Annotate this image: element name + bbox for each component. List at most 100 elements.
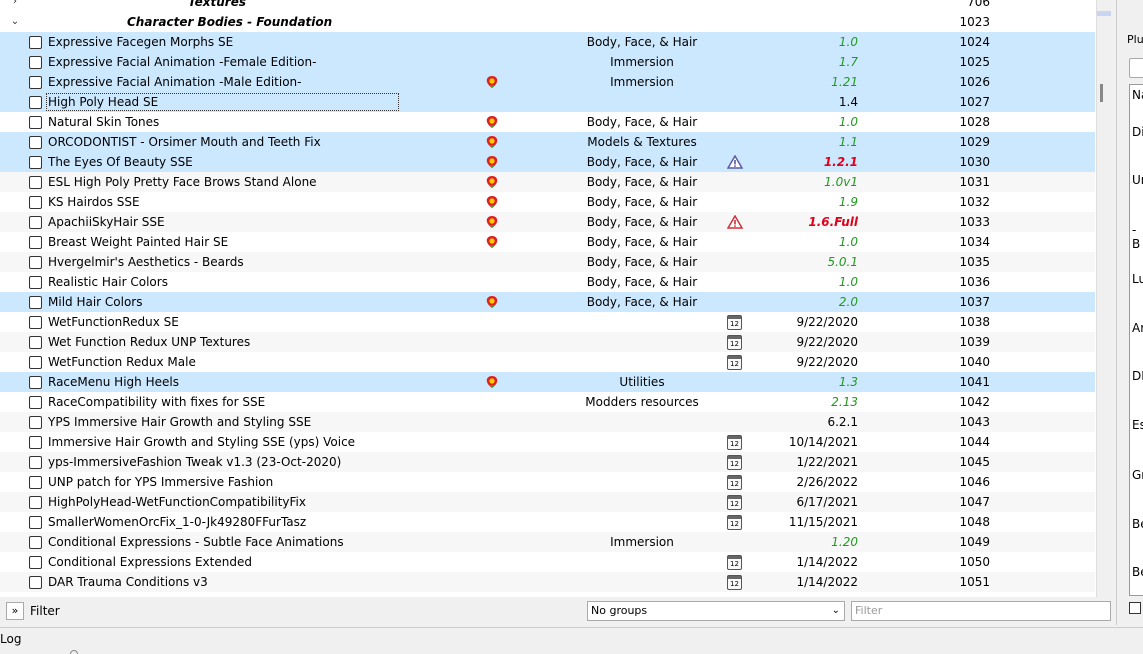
mod-enabled-checkbox[interactable] xyxy=(29,396,42,409)
mod-category xyxy=(560,472,724,492)
nexus-flag-icon xyxy=(485,375,499,389)
mod-row[interactable]: High Poly Head SE 1.4 1027 xyxy=(0,92,1095,112)
mod-row[interactable]: Expressive Facial Animation -Male Editio… xyxy=(0,72,1095,92)
calendar-icon: 12 xyxy=(727,315,742,330)
mod-enabled-checkbox[interactable] xyxy=(29,156,42,169)
mod-row[interactable]: ORCODONTIST - Orsimer Mouth and Teeth Fi… xyxy=(0,132,1095,152)
mod-enabled-checkbox[interactable] xyxy=(29,536,42,549)
calendar-icon-glyph: 12 xyxy=(730,360,739,368)
mod-enabled-checkbox[interactable] xyxy=(29,296,42,309)
mod-version: 1.9 xyxy=(838,195,858,209)
mod-row[interactable]: Hvergelmir's Aesthetics - Beards Body, Fa… xyxy=(0,252,1095,272)
mod-row[interactable]: WetFunctionRedux SE 12 9/22/2020 1038 xyxy=(0,312,1095,332)
priority: 706 xyxy=(967,0,990,9)
mod-priority: 1027 xyxy=(959,95,990,109)
mod-version: 2/26/2022 xyxy=(796,475,858,489)
mod-row[interactable]: ESL High Poly Pretty Face Brows Stand Al… xyxy=(0,172,1095,192)
mod-row[interactable]: KS Hairdos SSE Body, Face, & Hair 1.9 1032 xyxy=(0,192,1095,212)
plugins-checkbox[interactable] xyxy=(1129,602,1141,614)
mod-list[interactable]: › Textures 706 ⌄ Character Bodies - Foun… xyxy=(0,0,1096,597)
mod-row[interactable]: WetFunction Redux Male 12 9/22/2020 1040 xyxy=(0,352,1095,372)
mod-version: 10/14/2021 xyxy=(788,435,858,449)
mod-row[interactable]: Natural Skin Tones Body, Face, & Hair 1.0 1… xyxy=(0,112,1095,132)
mod-name: Breast Weight Painted Hair SE xyxy=(48,235,229,249)
mod-enabled-checkbox[interactable] xyxy=(29,96,42,109)
mod-enabled-checkbox[interactable] xyxy=(29,416,42,429)
mod-category xyxy=(560,572,724,592)
chevron-right-icon[interactable]: › xyxy=(8,0,22,12)
groups-dropdown[interactable]: No groups ⌄ xyxy=(587,601,845,621)
mod-enabled-checkbox[interactable] xyxy=(29,336,42,349)
mod-row[interactable]: The Eyes Of Beauty SSE Body, Face, & Hair… xyxy=(0,152,1095,172)
mod-enabled-checkbox[interactable] xyxy=(29,256,42,269)
mod-enabled-checkbox[interactable] xyxy=(29,556,42,569)
mod-row[interactable]: Wet Function Redux UNP Textures 12 9/22/20… xyxy=(0,332,1095,352)
mod-row[interactable]: RaceMenu High Heels Utilities 1.3 1041 xyxy=(0,372,1095,392)
separator-row[interactable]: ⌄ Character Bodies - Foundation 1023 xyxy=(0,12,1095,32)
mod-enabled-checkbox[interactable] xyxy=(29,56,42,69)
mod-enabled-checkbox[interactable] xyxy=(29,36,42,49)
mod-row[interactable]: ApachiiSkyHair SSE Body, Face, & Hair 1.6.… xyxy=(0,212,1095,232)
refresh-button[interactable] xyxy=(1129,58,1143,78)
mod-enabled-checkbox[interactable] xyxy=(29,196,42,209)
mod-name: Expressive Facial Animation -Female Edit… xyxy=(48,55,317,69)
mod-enabled-checkbox[interactable] xyxy=(29,116,42,129)
mod-row[interactable]: Mild Hair Colors Body, Face, & Hair 2.0 103… xyxy=(0,292,1095,312)
mod-name: Realistic Hair Colors xyxy=(48,275,168,289)
plugin-column-label: Na xyxy=(1132,88,1143,102)
calendar-icon: 12 xyxy=(727,475,742,490)
mod-row[interactable]: yps-ImmersiveFashion Tweak v1.3 (23-Oct-… xyxy=(0,452,1095,472)
mod-enabled-checkbox[interactable] xyxy=(29,356,42,369)
mod-row[interactable]: HighPolyHead-WetFunctionCompatibilityFix… xyxy=(0,492,1095,512)
calendar-icon-glyph: 12 xyxy=(730,560,739,568)
mod-version: 2.13 xyxy=(831,395,858,409)
vertical-scrollbar[interactable] xyxy=(1096,0,1111,597)
mod-row[interactable]: DAR Trauma Conditions v3 12 1/14/2022 1051 xyxy=(0,572,1095,592)
mod-row[interactable]: Immersive Hair Growth and Styling SSE (y… xyxy=(0,432,1095,452)
mod-row[interactable]: RaceCompatibility with fixes for SSE Modd… xyxy=(0,392,1095,412)
tab-plugins[interactable]: Plu xyxy=(1127,33,1143,46)
mod-row[interactable]: Expressive Facegen Morphs SE Body, Face, … xyxy=(0,32,1095,52)
mod-enabled-checkbox[interactable] xyxy=(29,316,42,329)
mod-enabled-checkbox[interactable] xyxy=(29,236,42,249)
mod-row[interactable]: Conditional Expressions Extended 12 1/14/2… xyxy=(0,552,1095,572)
calendar-icon-glyph: 12 xyxy=(730,520,739,528)
mod-enabled-checkbox[interactable] xyxy=(29,136,42,149)
mod-enabled-checkbox[interactable] xyxy=(29,376,42,389)
mod-priority: 1037 xyxy=(959,295,990,309)
scroll-marker xyxy=(1097,11,1111,16)
mod-enabled-checkbox[interactable] xyxy=(29,76,42,89)
mod-enabled-checkbox[interactable] xyxy=(29,476,42,489)
mod-enabled-checkbox[interactable] xyxy=(29,516,42,529)
mod-category: Immersion xyxy=(610,55,674,69)
scroll-thumb[interactable] xyxy=(1100,84,1103,102)
mod-row[interactable]: Breast Weight Painted Hair SE Body, Face,… xyxy=(0,232,1095,252)
mod-row[interactable]: Realistic Hair Colors Body, Face, & Hair 1… xyxy=(0,272,1095,292)
mod-category: Body, Face, & Hair xyxy=(586,115,698,129)
mod-category: Modders resources xyxy=(585,395,699,409)
mod-enabled-checkbox[interactable] xyxy=(29,276,42,289)
mod-version: 1.0v1 xyxy=(824,175,858,189)
mod-enabled-checkbox[interactable] xyxy=(29,456,42,469)
mod-enabled-checkbox[interactable] xyxy=(29,436,42,449)
mod-row[interactable]: Conditional Expressions - Subtle Face An… xyxy=(0,532,1095,552)
mod-enabled-checkbox[interactable] xyxy=(29,216,42,229)
mod-version: 9/22/2020 xyxy=(796,335,858,349)
chevron-down-icon[interactable]: ⌄ xyxy=(8,12,22,32)
mod-enabled-checkbox[interactable] xyxy=(29,576,42,589)
mod-row[interactable]: SmallerWomenOrcFix_1-0-Jk49280FFurTasz 12… xyxy=(0,512,1095,532)
expand-button[interactable]: » xyxy=(6,602,24,620)
warning-icon xyxy=(727,215,743,229)
nexus-flag-icon xyxy=(485,295,499,309)
mod-enabled-checkbox[interactable] xyxy=(29,176,42,189)
mod-row[interactable]: UNP patch for YPS Immersive Fashion 12 2/2… xyxy=(0,472,1095,492)
separator-row-textures[interactable]: › Textures 706 xyxy=(0,0,1095,12)
mod-row[interactable]: Expressive Facial Animation -Female Edit… xyxy=(0,52,1095,72)
mod-enabled-checkbox[interactable] xyxy=(29,496,42,509)
mod-row[interactable]: YPS Immersive Hair Growth and Styling SS… xyxy=(0,412,1095,432)
mod-category: Body, Face, & Hair xyxy=(586,35,698,49)
plugin-column-label: Di xyxy=(1132,125,1143,139)
filter-input[interactable]: Filter xyxy=(851,601,1111,621)
mod-priority: 1046 xyxy=(959,475,990,489)
mod-name: WetFunction Redux Male xyxy=(48,355,196,369)
